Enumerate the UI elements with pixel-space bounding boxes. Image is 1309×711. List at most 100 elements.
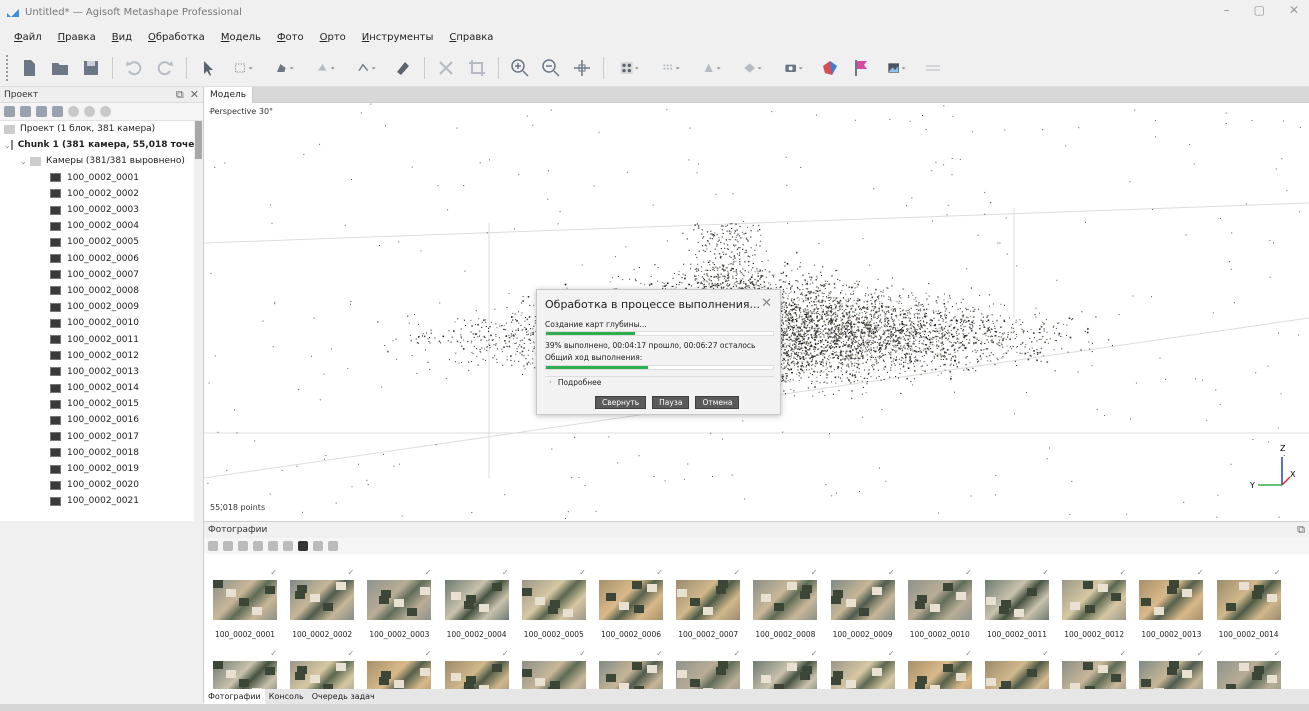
tree-camera-item[interactable]: 100_0002_0013 xyxy=(0,364,194,380)
toolbar-grip[interactable] xyxy=(6,54,10,81)
move-icon[interactable] xyxy=(570,56,594,80)
tree-camera-item[interactable]: 100_0002_0005 xyxy=(0,234,194,250)
project-scrollbar[interactable] xyxy=(194,121,203,521)
enable-icon[interactable] xyxy=(68,106,79,117)
close-panel-icon[interactable]: ✕ xyxy=(190,88,199,102)
menu-item-8[interactable]: Справка xyxy=(449,32,493,43)
redo-icon[interactable] xyxy=(153,56,177,80)
grid-icon[interactable] xyxy=(921,56,945,80)
delete-icon[interactable] xyxy=(434,56,458,80)
tree-camera-item[interactable]: 100_0002_0003 xyxy=(0,202,194,218)
building-shape xyxy=(761,675,772,683)
polyline-icon[interactable] xyxy=(350,56,384,80)
cancel-button[interactable]: Отмена xyxy=(695,396,740,409)
tree-camera-item[interactable]: 100_0002_0021 xyxy=(0,493,194,509)
tree-camera-item[interactable]: 100_0002_0007 xyxy=(0,267,194,283)
mesh-icon[interactable] xyxy=(695,56,729,80)
tree-camera-item[interactable]: 100_0002_0014 xyxy=(0,380,194,396)
shade-icon[interactable] xyxy=(818,56,842,80)
menu-item-0[interactable]: Файл xyxy=(14,32,42,43)
close-window-button[interactable]: ✕ xyxy=(1289,3,1299,17)
tab-bottom-1[interactable]: Консоль xyxy=(265,689,308,704)
tree-camera-item[interactable]: 100_0002_0002 xyxy=(0,186,194,202)
zoom-out-icon[interactable] xyxy=(539,56,563,80)
pause-button[interactable]: Пауза xyxy=(652,396,690,409)
minimize-window-button[interactable]: – xyxy=(1224,3,1230,17)
tree-camera-item[interactable]: 100_0002_0017 xyxy=(0,429,194,445)
filter-icon[interactable] xyxy=(283,541,293,551)
enable-photo-icon[interactable] xyxy=(208,541,218,551)
rotate-left-icon[interactable] xyxy=(253,541,263,551)
add-chunk-icon[interactable] xyxy=(4,106,15,117)
menu-mnemonic: Ф xyxy=(276,31,286,43)
tree-camera-item[interactable]: 100_0002_0006 xyxy=(0,251,194,267)
axis-x-label: X xyxy=(1290,470,1296,479)
photo-label: 100_0002_0012 xyxy=(1064,630,1125,639)
ruler-icon[interactable] xyxy=(309,56,343,80)
tree-camera-item[interactable]: 100_0002_0020 xyxy=(0,477,194,493)
expand-arrow-icon[interactable]: › xyxy=(549,378,552,386)
texture-icon[interactable] xyxy=(736,56,770,80)
tab-model[interactable]: Модель xyxy=(204,87,254,103)
aligned-check-icon: ✓ xyxy=(810,649,818,658)
camera-icon[interactable] xyxy=(777,56,811,80)
flag-icon[interactable] xyxy=(849,56,873,80)
undock-icon[interactable]: ⧉ xyxy=(1297,523,1305,537)
tree-camera-item[interactable]: 100_0002_0015 xyxy=(0,396,194,412)
disable-photo-icon[interactable] xyxy=(223,541,233,551)
maximize-window-button[interactable]: ▢ xyxy=(1254,3,1265,17)
remove-photo-icon[interactable] xyxy=(238,541,248,551)
new-icon[interactable] xyxy=(17,56,41,80)
tree-camera-item[interactable]: 100_0002_0001 xyxy=(0,170,194,186)
details-view-icon[interactable] xyxy=(313,541,323,551)
tree-camera-item[interactable]: 100_0002_0016 xyxy=(0,412,194,428)
details-expander[interactable]: › Подробнее xyxy=(545,376,774,387)
save-icon[interactable] xyxy=(79,56,103,80)
menu-item-4[interactable]: Модель xyxy=(221,32,261,43)
thumbnail-size-icon[interactable] xyxy=(328,541,338,551)
scrollbar-thumb[interactable] xyxy=(195,121,202,159)
tree-camera-item[interactable]: 100_0002_0010 xyxy=(0,315,194,331)
tree-camera-item[interactable]: 100_0002_0018 xyxy=(0,445,194,461)
add-photos-icon[interactable] xyxy=(20,106,31,117)
collapse-arrow-icon[interactable]: ⌄ xyxy=(4,141,11,150)
minimize-button[interactable]: Свернуть xyxy=(595,396,647,409)
shape-icon[interactable] xyxy=(268,56,302,80)
tab-bottom-0[interactable]: Фотографии xyxy=(204,689,265,704)
rotate-right-icon[interactable] xyxy=(268,541,278,551)
tree-cameras-folder[interactable]: ⌄ Камеры (381/381 выровнено) xyxy=(0,153,194,169)
add-folder-icon[interactable] xyxy=(36,106,47,117)
tree-camera-item[interactable]: 100_0002_0009 xyxy=(0,299,194,315)
select-icon[interactable] xyxy=(196,56,220,80)
crop-icon[interactable] xyxy=(465,56,489,80)
tree-camera-item[interactable]: 100_0002_0008 xyxy=(0,283,194,299)
tree-camera-item[interactable]: 100_0002_0011 xyxy=(0,331,194,347)
menu-item-1[interactable]: Правка xyxy=(58,32,96,43)
tree-chunk[interactable]: ⌄ Chunk 1 (381 камера, 55,018 точек) [R] xyxy=(0,137,194,153)
points-icon[interactable] xyxy=(613,56,647,80)
image-icon[interactable] xyxy=(880,56,914,80)
remove-icon[interactable] xyxy=(100,106,111,117)
zoom-in-icon[interactable] xyxy=(508,56,532,80)
add-marker-icon[interactable] xyxy=(52,106,63,117)
disable-icon[interactable] xyxy=(84,106,95,117)
rect-select-icon[interactable] xyxy=(227,56,261,80)
collapse-arrow-icon[interactable]: ⌄ xyxy=(20,157,30,166)
eraser-icon[interactable] xyxy=(391,56,415,80)
tree-camera-item[interactable]: 100_0002_0012 xyxy=(0,348,194,364)
tree-camera-item[interactable]: 100_0002_0019 xyxy=(0,461,194,477)
tree-root[interactable]: Проект (1 блок, 381 камера) xyxy=(0,121,194,137)
tree-camera-item[interactable]: 100_0002_0004 xyxy=(0,218,194,234)
mask-icon[interactable] xyxy=(298,541,308,551)
menu-item-7[interactable]: Инструменты xyxy=(362,32,434,43)
undo-icon[interactable] xyxy=(122,56,146,80)
tab-bottom-2[interactable]: Очередь задач xyxy=(308,689,379,704)
menu-item-5[interactable]: Фото xyxy=(277,32,304,43)
menu-item-2[interactable]: Вид xyxy=(112,32,132,43)
open-icon[interactable] xyxy=(48,56,72,80)
dialog-close-icon[interactable]: ✕ xyxy=(761,296,772,311)
menu-item-6[interactable]: Орто xyxy=(320,32,346,43)
menu-item-3[interactable]: Обработка xyxy=(148,32,205,43)
dense-icon[interactable] xyxy=(654,56,688,80)
undock-icon[interactable]: ⧉ xyxy=(176,88,184,102)
